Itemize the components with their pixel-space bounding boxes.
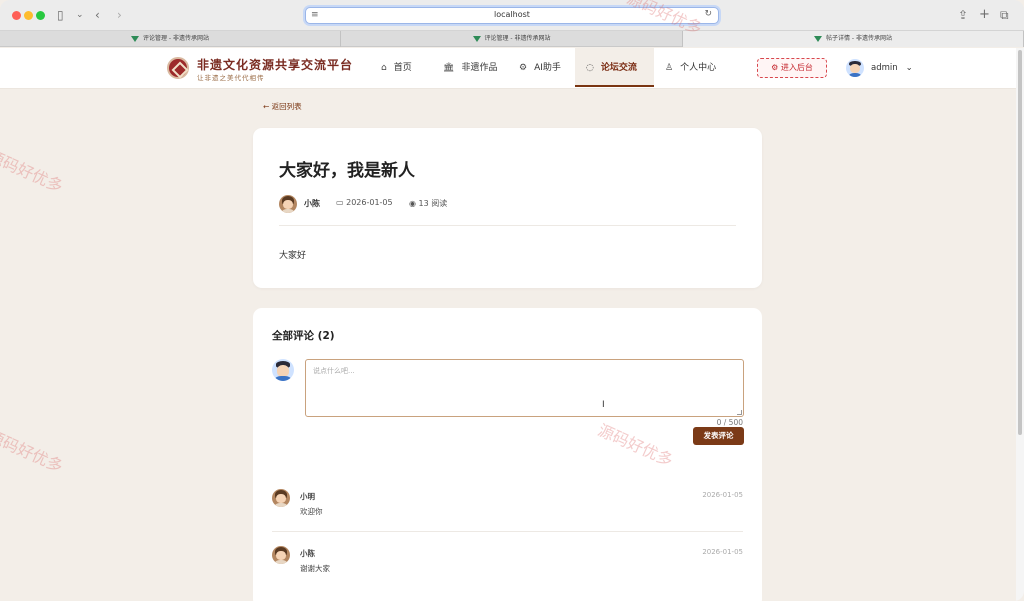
nav-profile[interactable]: ♙ 个人中心 [665, 48, 716, 87]
museum-icon: 🏛 [443, 63, 455, 73]
nav-home[interactable]: ⌂ 首页 [381, 48, 412, 87]
browser-toolbar: ▯ ⌄ ‹ › ≡ localhost ↻ ⇪ + ⧉ [0, 0, 1024, 31]
post-card: 大家好，我是新人 小陈 ▭ 2026-01-05 ◉ 13 阅读 大家好 [253, 128, 762, 288]
comment-author[interactable]: 小明 [300, 491, 315, 502]
calendar-icon: ▭ [336, 198, 347, 207]
new-tab-icon[interactable]: + [979, 7, 990, 23]
tab-comment-admin-1[interactable]: 评论管理 - 非遗传承网站 [0, 31, 341, 47]
tab-post-detail[interactable]: 帖子详情 - 非遗传承网站 [683, 31, 1024, 47]
tab-overview-icon[interactable]: ⧉ [1000, 7, 1009, 23]
comment-text: 欢迎你 [300, 507, 323, 516]
comment-avatar[interactable] [272, 489, 290, 507]
eye-icon: ◉ [409, 199, 419, 208]
user-avatar[interactable] [846, 59, 864, 77]
tab-comment-admin-2[interactable]: 评论管理 - 非遗传承网站 [341, 31, 683, 47]
zoom-window-button[interactable] [36, 11, 45, 20]
divider [279, 225, 736, 226]
back-to-list-link[interactable]: ← 返回列表 [263, 101, 302, 112]
current-user-avatar [272, 359, 294, 381]
home-icon: ⌂ [381, 63, 387, 73]
comment-input[interactable]: 说点什么吧... I [305, 359, 744, 417]
watermark: 源码好优多 [0, 426, 66, 477]
minimize-window-button[interactable] [24, 11, 33, 20]
close-window-button[interactable] [12, 11, 21, 20]
comment-author[interactable]: 小陈 [300, 548, 315, 559]
nav-ai-assistant[interactable]: ⚙ AI助手 [519, 48, 561, 87]
admin-panel-button[interactable]: ⚙ 进入后台 [757, 58, 827, 78]
chevron-down-icon[interactable]: ⌄ [76, 7, 84, 23]
post-body: 大家好 [279, 251, 307, 261]
post-title: 大家好，我是新人 [279, 161, 415, 181]
resize-handle[interactable] [737, 410, 742, 415]
site-header: 非遗文化资源共享交流平台 让非遗之美代代相传 ⌂ 首页 🏛 非遗作品 ⚙ AI助手 ◌… [0, 48, 1016, 89]
watermark: 源码好优多 [0, 146, 66, 197]
comment-date: 2026-01-05 [702, 548, 743, 556]
author-avatar[interactable] [279, 195, 297, 213]
back-icon[interactable]: ‹ [95, 7, 100, 23]
share-icon[interactable]: ⇪ [958, 7, 968, 23]
robot-icon: ⚙ [519, 63, 528, 73]
nav-forum[interactable]: ◌ 论坛交流 [575, 48, 654, 87]
gear-icon: ⚙ [771, 63, 781, 72]
nav-works[interactable]: 🏛 非遗作品 [443, 48, 497, 87]
divider [272, 531, 743, 532]
comments-header: 全部评论 (2) [272, 330, 335, 342]
arrow-left-icon: ← [263, 102, 272, 111]
comment-placeholder: 说点什么吧... [313, 367, 355, 375]
chevron-down-icon: ⌄ [905, 63, 913, 73]
text-cursor-icon: I [602, 400, 605, 410]
browser-window: ▯ ⌄ ‹ › ≡ localhost ↻ ⇪ + ⧉ 评论管理 - 非遗传承网… [0, 0, 1024, 601]
comment-text: 谢谢大家 [300, 564, 330, 573]
user-icon: ♙ [665, 63, 674, 73]
comment-date: 2026-01-05 [702, 491, 743, 499]
forward-icon[interactable]: › [117, 7, 122, 23]
submit-comment-button[interactable]: 发表评论 [693, 427, 744, 445]
post-author[interactable]: 小陈 [304, 198, 320, 209]
comments-card: 全部评论 (2) 说点什么吧... I 0 / 500 发表评论 小明 欢迎你 … [253, 308, 762, 601]
site-logo[interactable] [167, 57, 189, 79]
post-date: ▭ 2026-01-05 [336, 198, 393, 207]
char-counter: 0 / 500 [716, 418, 743, 427]
chat-icon: ◌ [586, 63, 594, 73]
comment-avatar[interactable] [272, 546, 290, 564]
user-menu[interactable]: admin ⌄ [871, 48, 913, 87]
tab-bar: 评论管理 - 非遗传承网站 评论管理 - 非遗传承网站 帖子详情 - 非遗传承网… [0, 31, 1024, 47]
post-views: ◉ 13 阅读 [409, 199, 448, 208]
scrollbar-thumb[interactable] [1018, 50, 1022, 435]
site-name[interactable]: 非遗文化资源共享交流平台 [197, 56, 353, 73]
sidebar-icon[interactable]: ▯ [57, 7, 64, 23]
site-slogan: 让非遗之美代代相传 [197, 74, 265, 82]
